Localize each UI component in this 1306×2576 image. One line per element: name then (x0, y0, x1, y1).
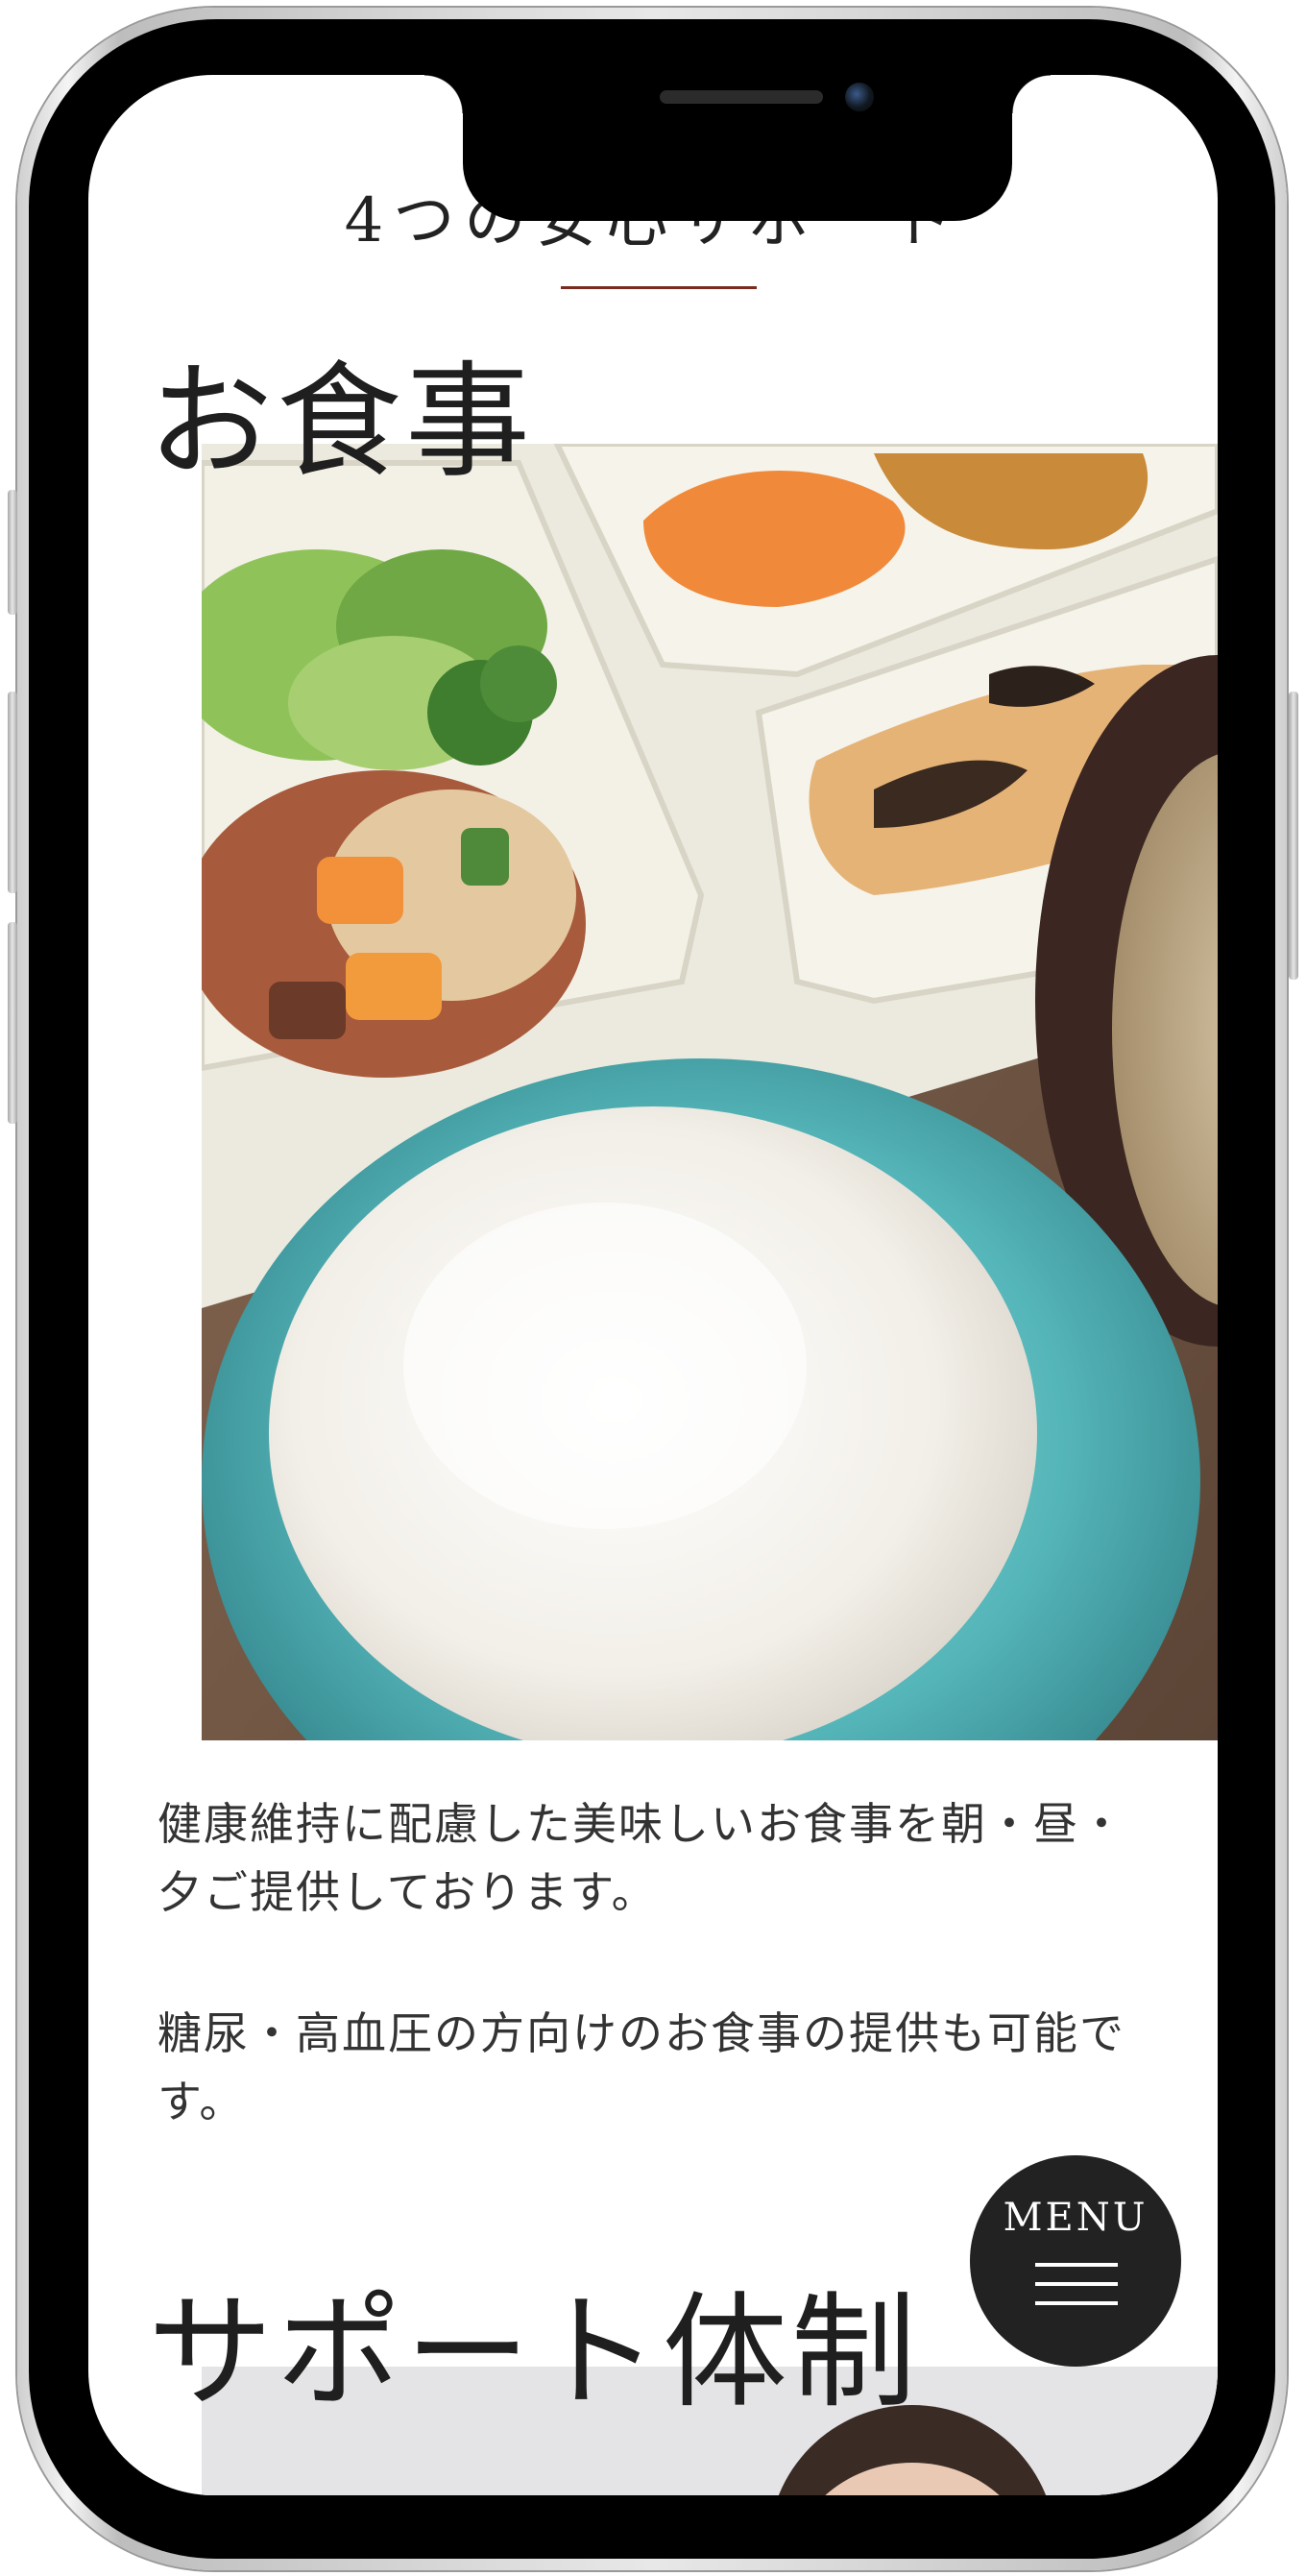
earpiece-speaker (660, 90, 823, 104)
support-heading: サポート体制 (148, 2279, 921, 2425)
hamburger-icon (1035, 2263, 1118, 2321)
power-button (1289, 692, 1298, 980)
front-camera (845, 83, 874, 111)
menu-label: MENU (1003, 2196, 1149, 2240)
title-underline (561, 286, 757, 289)
phone-screen: 4つの安心サポート お食事 健康維持に配慮した美味しいお食事を朝・昼・夕ご提供し… (88, 75, 1218, 2495)
mute-switch (8, 490, 17, 615)
notch (424, 75, 1051, 221)
meal-photo (202, 444, 1218, 1740)
volume-down-button (8, 922, 17, 1124)
meals-heading: お食事 (148, 349, 535, 495)
volume-up-button (8, 692, 17, 893)
menu-button[interactable]: MENU (970, 2155, 1181, 2367)
meals-paragraph-2: 糖尿・高血圧の方向けのお食事の提供も可能です。 (157, 2007, 1125, 2128)
meals-paragraph-1: 健康維持に配慮した美味しいお食事を朝・昼・夕ご提供しております。 (157, 1798, 1125, 1919)
